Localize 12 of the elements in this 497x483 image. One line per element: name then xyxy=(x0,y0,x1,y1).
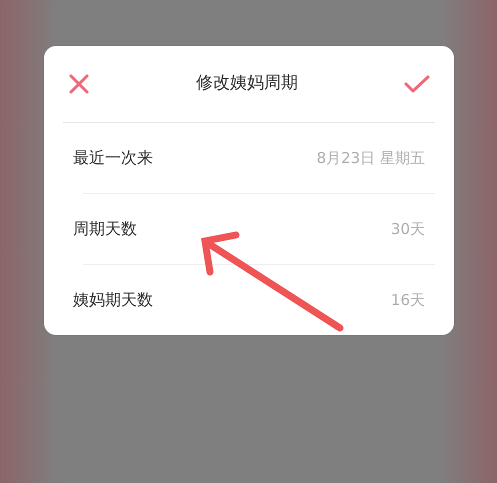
close-icon[interactable] xyxy=(68,73,90,96)
row-label: 姨妈期天数 xyxy=(73,289,153,311)
check-icon[interactable] xyxy=(404,74,430,94)
row-value: 16天 xyxy=(390,290,425,311)
setting-row[interactable]: 周期天数 30天 xyxy=(44,194,454,264)
row-label: 最近一次来 xyxy=(73,147,153,169)
setting-row[interactable]: 最近一次来 8月23日 星期五 xyxy=(44,123,454,193)
dialog-title: 修改姨妈周期 xyxy=(196,72,298,96)
row-value: 8月23日 星期五 xyxy=(316,148,425,169)
row-label: 周期天数 xyxy=(73,218,137,240)
setting-row[interactable]: 姨妈期天数 16天 xyxy=(44,265,454,335)
row-value: 30天 xyxy=(390,218,425,240)
